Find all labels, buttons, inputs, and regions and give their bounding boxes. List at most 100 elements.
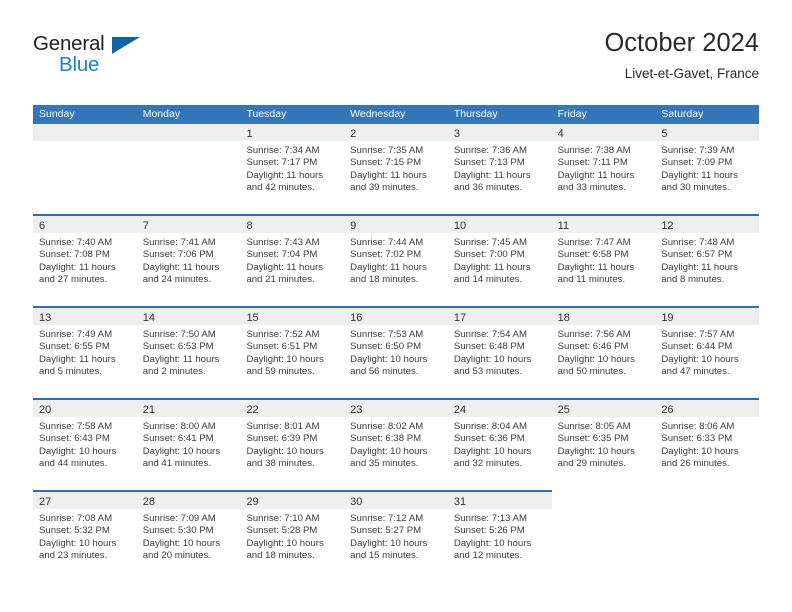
day-detail-line: and 42 minutes. [246,182,315,194]
calendar-day-cell[interactable]: 18 Sunrise: 7:56 AM Sunset: 6:46 PM Dayligh… [551,308,656,398]
calendar-day-cell[interactable]: 9 Sunrise: 7:44 AM Sunset: 7:02 PM Daylight… [344,216,448,306]
calendar-day-cell[interactable]: 28 Sunrise: 7:09 AM Sunset: 5:30 PM Dayligh… [136,492,241,582]
day-detail-line: and 14 minutes. [453,274,523,286]
day-number-band: 22 [240,400,345,417]
calendar-day-cell[interactable]: 21 Sunrise: 8:00 AM Sunset: 6:41 PM Dayligh… [136,400,241,490]
day-detail-line: Sunset: 5:27 PM [350,525,422,537]
day-detail-line: Sunset: 7:04 PM [246,249,318,261]
day-detail-line: Sunrise: 7:47 AM [557,237,631,248]
day-number-band: 2 [344,124,448,141]
calendar-day-cell[interactable]: 19 Sunrise: 7:57 AM Sunset: 6:44 PM Dayligh… [655,308,760,398]
calendar-day-cell[interactable]: 12 Sunrise: 7:48 AM Sunset: 6:57 PM Dayligh… [655,216,760,306]
calendar-day-cell[interactable]: 14 Sunrise: 7:50 AM Sunset: 6:53 PM Dayligh… [136,308,241,398]
calendar-day-cell[interactable]: 7 Sunrise: 7:41 AM Sunset: 7:06 PM Daylight… [136,216,241,306]
calendar-day-cell[interactable]: 25 Sunrise: 8:05 AM Sunset: 6:35 PM Dayligh… [551,400,656,490]
day-number-band: 4 [551,124,656,141]
calendar-day-cell[interactable]: 15 Sunrise: 7:52 AM Sunset: 6:51 PM Dayligh… [240,308,345,398]
calendar-day-cell[interactable]: 22 Sunrise: 8:01 AM Sunset: 6:39 PM Dayligh… [240,400,345,490]
day-number: 3 [453,128,460,140]
calendar-day-cell[interactable]: 26 Sunrise: 8:06 AM Sunset: 6:33 PM Dayligh… [655,400,760,490]
calendar-day-cell[interactable]: 4 Sunrise: 7:38 AM Sunset: 7:11 PM Daylight… [551,124,656,214]
day-number-band: 26 [655,400,760,417]
calendar-day-cell[interactable]: 27 Sunrise: 7:08 AM Sunset: 5:32 PM Dayligh… [33,492,137,582]
calendar-day-cell[interactable]: 11 Sunrise: 7:47 AM Sunset: 6:58 PM Dayligh… [551,216,656,306]
day-number: 29 [246,496,259,508]
day-details [33,141,137,145]
calendar-day-cell[interactable]: 10 Sunrise: 7:45 AM Sunset: 7:00 PM Dayligh… [447,216,552,306]
day-number-band: 13 [33,308,137,325]
calendar-grid: Sunday Monday Tuesday Wednesday Thursday Frid… [33,105,760,582]
day-detail-line: Sunset: 6:48 PM [453,341,525,353]
day-detail-line: Sunrise: 7:12 AM [350,513,424,524]
calendar-day-cell[interactable]: 1 Sunrise: 7:34 AM Sunset: 7:17 PM Daylight… [240,124,345,214]
calendar-day-cell[interactable]: 13 Sunrise: 7:49 AM Sunset: 6:55 PM Dayligh… [33,308,137,398]
day-details: Sunrise: 8:02 AM Sunset: 6:38 PM Daylight:… [344,417,448,471]
day-detail-line: Sunset: 6:36 PM [453,433,525,445]
day-detail-line: Sunset: 7:06 PM [142,249,214,261]
day-number-band: 12 [655,216,760,233]
day-number-band: 23 [344,400,448,417]
day-detail-line: Sunrise: 7:39 AM [661,145,735,156]
day-detail-line: Daylight: 11 hours [142,261,220,273]
day-details: Sunrise: 7:35 AM Sunset: 7:15 PM Daylight:… [344,141,448,195]
day-number-band: 11 [551,216,656,233]
day-detail-line: and 32 minutes. [453,458,523,470]
day-number-band: 28 [136,492,241,509]
day-detail-line: Daylight: 10 hours [557,353,635,365]
day-detail-line: Daylight: 10 hours [39,537,117,549]
day-details: Sunrise: 8:05 AM Sunset: 6:35 PM Daylight:… [552,417,656,471]
calendar-day-cell[interactable]: 23 Sunrise: 8:02 AM Sunset: 6:38 PM Dayligh… [344,400,448,490]
day-detail-line: Daylight: 10 hours [350,537,428,549]
calendar-day-cell[interactable]: 16 Sunrise: 7:53 AM Sunset: 6:50 PM Dayligh… [344,308,448,398]
day-detail-line: and 50 minutes. [557,366,626,378]
day-detail-line: Daylight: 11 hours [246,169,324,181]
day-detail-line: Sunset: 6:43 PM [39,433,110,445]
day-detail-line: Daylight: 11 hours [350,169,427,181]
day-detail-line: Daylight: 10 hours [350,353,428,365]
day-detail-line: Sunset: 6:51 PM [246,341,318,353]
logo-text-blue: Blue [59,53,100,76]
day-number: 4 [557,128,564,140]
day-detail-line: and 59 minutes. [246,366,315,378]
day-number: 21 [142,404,155,416]
calendar-day-cell[interactable]: 6 Sunrise: 7:40 AM Sunset: 7:08 PM Daylight… [33,216,137,306]
day-detail-line: and 2 minutes. [142,366,206,378]
calendar-day-cell[interactable]: 17 Sunrise: 7:54 AM Sunset: 6:48 PM Dayligh… [447,308,552,398]
day-detail-line: Sunrise: 7:49 AM [39,329,113,340]
day-detail-line: Sunrise: 7:09 AM [142,513,216,524]
day-detail-line: and 26 minutes. [661,458,730,470]
calendar-day-cell[interactable]: 3 Sunrise: 7:36 AM Sunset: 7:13 PM Daylight… [447,124,552,214]
calendar-day-cell[interactable]: 29 Sunrise: 7:10 AM Sunset: 5:28 PM Dayligh… [240,492,345,582]
calendar-day-cell[interactable]: 24 Sunrise: 8:04 AM Sunset: 6:36 PM Dayligh… [447,400,552,490]
day-details [655,509,759,513]
day-details: Sunrise: 7:36 AM Sunset: 7:13 PM Daylight:… [448,141,552,195]
day-number: 14 [142,312,155,324]
weekday-header-thursday: Thursday [453,108,498,120]
day-detail-line: and 56 minutes. [350,366,419,378]
day-detail-line: and 15 minutes. [350,550,419,562]
calendar-day-cell[interactable]: 2 Sunrise: 7:35 AM Sunset: 7:15 PM Daylight… [344,124,448,214]
day-number-band: 18 [551,308,656,325]
day-detail-line: Sunrise: 7:35 AM [350,145,424,156]
calendar-day-cell[interactable]: 31 Sunrise: 7:13 AM Sunset: 5:26 PM Dayligh… [447,492,552,582]
calendar-day-cell[interactable]: 20 Sunrise: 7:58 AM Sunset: 6:43 PM Dayligh… [33,400,137,490]
day-detail-line: Daylight: 11 hours [453,261,531,273]
day-number-band: 20 [33,400,137,417]
day-detail-line: Daylight: 10 hours [246,445,324,457]
day-detail-line: Sunrise: 8:05 AM [557,421,631,432]
calendar-day-cell[interactable]: 5 Sunrise: 7:39 AM Sunset: 7:09 PM Daylight… [655,124,760,214]
day-detail-line: Sunrise: 7:58 AM [39,421,113,432]
page-subtitle: Livet-et-Gavet, France [624,66,759,81]
day-detail-line: and 23 minutes. [39,550,108,562]
day-detail-line: Sunrise: 7:36 AM [453,145,527,156]
day-detail-line: Daylight: 11 hours [39,353,116,365]
day-detail-line: Daylight: 10 hours [453,353,532,365]
day-details: Sunrise: 7:40 AM Sunset: 7:08 PM Daylight:… [33,233,137,287]
calendar-day-cell[interactable]: 30 Sunrise: 7:12 AM Sunset: 5:27 PM Dayligh… [344,492,448,582]
day-detail-line: Daylight: 11 hours [557,169,635,181]
calendar-day-cell[interactable]: 8 Sunrise: 7:43 AM Sunset: 7:04 PM Daylight… [240,216,345,306]
day-details: Sunrise: 7:08 AM Sunset: 5:32 PM Daylight:… [33,509,137,563]
day-details: Sunrise: 7:10 AM Sunset: 5:28 PM Daylight:… [240,509,344,563]
day-detail-line: Sunrise: 7:52 AM [246,329,320,340]
day-detail-line: Sunset: 6:39 PM [246,433,318,445]
